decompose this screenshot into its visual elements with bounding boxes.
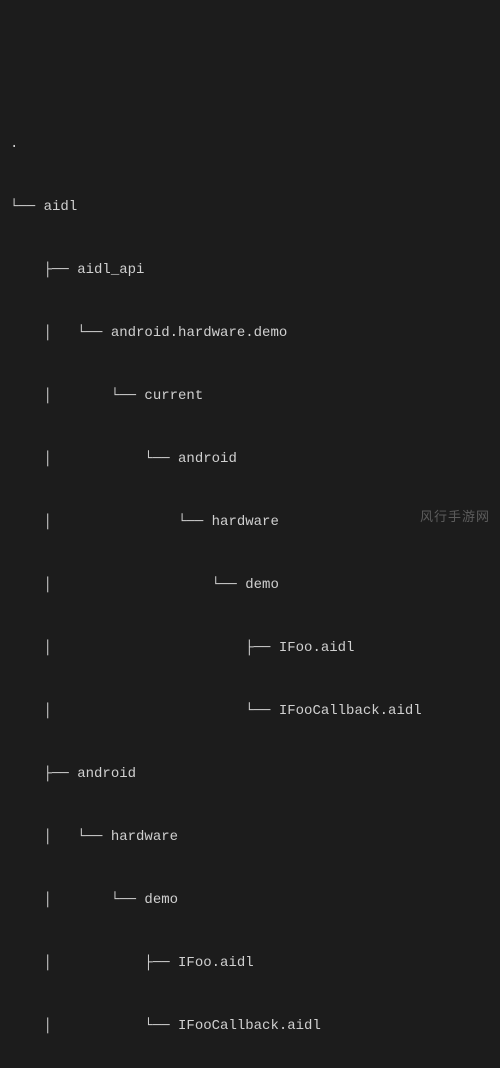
tree-prefix: │ └── (10, 577, 245, 593)
dir-current: current (144, 388, 203, 404)
tree-prefix: │ └── (10, 1018, 178, 1034)
tree-row: │ └── IFooCallback.aidl (10, 701, 490, 722)
dir-android-hardware-demo: android.hardware.demo (111, 325, 287, 341)
file-ifoo-aidl: IFoo.aidl (279, 640, 355, 656)
tree-row: │ └── IFooCallback.aidl (10, 1016, 490, 1037)
tree-prefix: │ ├── (10, 955, 178, 971)
tree-output: . └── aidl ├── aidl_api │ └── android.ha… (10, 92, 490, 1068)
dir-hardware: hardware (111, 829, 178, 845)
watermark-text: 风行手游网 (420, 507, 490, 527)
tree-row: │ └── demo (10, 890, 490, 911)
dir-android: android (77, 766, 136, 782)
tree-row: │ └── demo (10, 575, 490, 596)
tree-prefix: │ └── (10, 451, 178, 467)
tree-row: │ └── hardware (10, 827, 490, 848)
dir-demo: demo (245, 577, 279, 593)
tree-row: │ └── current (10, 386, 490, 407)
dir-demo: demo (144, 892, 178, 908)
dir-hardware: hardware (212, 514, 279, 530)
dir-android: android (178, 451, 237, 467)
tree-row: ├── aidl_api (10, 260, 490, 281)
tree-prefix: ├── (10, 766, 77, 782)
tree-row: │ └── hardware (10, 512, 490, 533)
tree-prefix: └── (10, 199, 44, 215)
tree-prefix: │ └── (10, 829, 111, 845)
tree-row: ├── android (10, 764, 490, 785)
tree-prefix: │ └── (10, 514, 212, 530)
tree-prefix: │ └── (10, 892, 144, 908)
tree-prefix: ├── (10, 262, 77, 278)
tree-row: └── aidl (10, 197, 490, 218)
dir-aidl-api: aidl_api (77, 262, 144, 278)
tree-row: │ └── android.hardware.demo (10, 323, 490, 344)
tree-prefix: │ └── (10, 325, 111, 341)
file-ifoocallback-aidl: IFooCallback.aidl (178, 1018, 321, 1034)
tree-prefix: │ ├── (10, 640, 279, 656)
dir-aidl: aidl (44, 199, 78, 215)
file-ifoo-aidl: IFoo.aidl (178, 955, 254, 971)
file-ifoocallback-aidl: IFooCallback.aidl (279, 703, 422, 719)
tree-row: │ ├── IFoo.aidl (10, 638, 490, 659)
tree-prefix: │ └── (10, 388, 144, 404)
tree-row: │ ├── IFoo.aidl (10, 953, 490, 974)
tree-root: . (10, 134, 490, 155)
tree-root-label: . (10, 136, 18, 152)
tree-row: │ └── android (10, 449, 490, 470)
tree-prefix: │ └── (10, 703, 279, 719)
